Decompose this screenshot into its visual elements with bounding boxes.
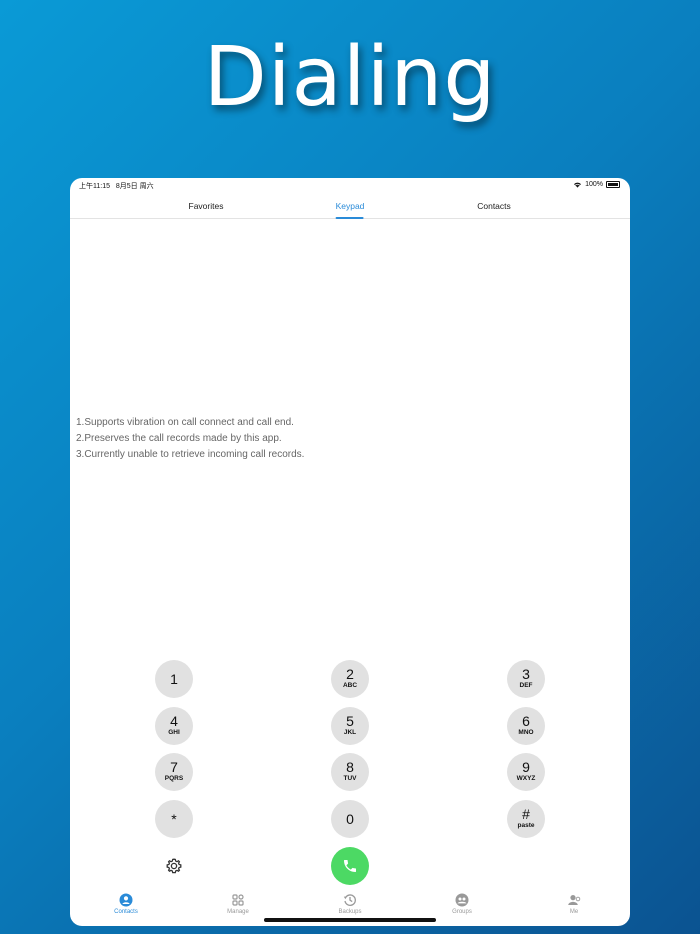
tab-favorites[interactable]: Favorites bbox=[189, 201, 224, 211]
phone-icon bbox=[344, 860, 356, 872]
home-indicator bbox=[264, 918, 436, 922]
key-7[interactable]: 7 PQRS bbox=[155, 753, 193, 791]
key-6[interactable]: 6 MNO bbox=[507, 707, 545, 745]
key-digit: 4 bbox=[170, 713, 178, 729]
key-1[interactable]: 1 bbox=[155, 660, 193, 698]
key-digit: 2 bbox=[346, 666, 354, 682]
battery-percent: 100% bbox=[585, 181, 603, 188]
key-5[interactable]: 5 JKL bbox=[331, 707, 369, 745]
wifi-icon bbox=[574, 182, 582, 188]
feature-notes: 1.Supports vibration on call connect and… bbox=[76, 415, 304, 463]
history-icon bbox=[343, 894, 356, 906]
key-letters: JKL bbox=[343, 729, 357, 736]
key-9[interactable]: 9 WXYZ bbox=[507, 753, 545, 791]
status-bar: 上午11:15 8月5日 周六 100% bbox=[70, 178, 630, 192]
key-star[interactable]: * bbox=[155, 800, 193, 838]
note-line: 3.Currently unable to retrieve incoming … bbox=[76, 449, 305, 460]
tabbar-backups[interactable]: Backups bbox=[320, 893, 380, 915]
tabbar-me[interactable]: Me bbox=[544, 893, 604, 915]
key-letters: TUV bbox=[343, 775, 357, 782]
key-8[interactable]: 8 TUV bbox=[331, 753, 369, 791]
note-line: 2.Preserves the call records made by thi… bbox=[76, 433, 282, 444]
key-4[interactable]: 4 GHI bbox=[155, 707, 193, 745]
battery-icon bbox=[606, 181, 620, 188]
grid-icon bbox=[232, 894, 244, 906]
key-digit: * bbox=[171, 811, 177, 827]
status-time-date: 上午11:15 8月5日 周六 bbox=[79, 181, 154, 191]
tab-keypad[interactable]: Keypad bbox=[335, 201, 365, 219]
key-0[interactable]: 0 bbox=[331, 800, 369, 838]
group-icon bbox=[455, 893, 469, 907]
note-line: 1.Supports vibration on call connect and… bbox=[76, 417, 294, 428]
tabbar-label: Me bbox=[569, 909, 579, 915]
key-letters: WXYZ bbox=[516, 775, 536, 782]
promo-headline: Dialing bbox=[203, 30, 497, 125]
key-letters: paste bbox=[517, 822, 535, 829]
tabbar-label: Manage bbox=[227, 909, 249, 915]
key-letters: GHI bbox=[168, 729, 180, 736]
tabbar-manage[interactable]: Manage bbox=[208, 893, 268, 915]
tab-keypad-label: Keypad bbox=[335, 201, 365, 211]
status-date: 8月5日 周六 bbox=[115, 183, 154, 190]
person-badge-icon bbox=[568, 895, 581, 905]
key-letters: MNO bbox=[518, 729, 534, 736]
tab-contacts[interactable]: Contacts bbox=[477, 201, 511, 211]
status-time: 上午11:15 bbox=[79, 183, 110, 190]
key-digit: 8 bbox=[346, 759, 354, 775]
person-circle-icon bbox=[119, 893, 133, 907]
key-digit: # bbox=[522, 806, 530, 822]
tabbar-groups[interactable]: Groups bbox=[432, 893, 492, 915]
tabbar-label: Groups bbox=[452, 909, 472, 915]
key-2[interactable]: 2 ABC bbox=[331, 660, 369, 698]
tabbar-label: Backups bbox=[338, 909, 362, 915]
key-letters: ABC bbox=[342, 682, 358, 689]
call-button[interactable] bbox=[331, 847, 369, 885]
key-letters: PQRS bbox=[164, 775, 184, 782]
active-tab-indicator bbox=[336, 217, 364, 219]
segment-tabs: Favorites Keypad Contacts bbox=[70, 196, 630, 219]
key-hash-paste[interactable]: # paste bbox=[507, 800, 545, 838]
tabbar-contacts[interactable]: Contacts bbox=[96, 893, 156, 915]
ipad-screen: 上午11:15 8月5日 周六 100% Favorites Keypad Co… bbox=[70, 178, 630, 926]
tabbar-label: Contacts bbox=[114, 909, 138, 915]
key-digit: 5 bbox=[346, 713, 354, 729]
key-digit: 9 bbox=[522, 759, 530, 775]
key-digit: 1 bbox=[170, 671, 178, 687]
key-digit: 3 bbox=[522, 666, 530, 682]
status-right: 100% bbox=[573, 181, 620, 188]
gear-icon[interactable] bbox=[164, 856, 184, 876]
key-digit: 7 bbox=[170, 759, 178, 775]
key-digit: 6 bbox=[522, 713, 530, 729]
key-digit: 0 bbox=[346, 811, 354, 827]
key-letters: DEF bbox=[519, 682, 533, 689]
key-3[interactable]: 3 DEF bbox=[507, 660, 545, 698]
